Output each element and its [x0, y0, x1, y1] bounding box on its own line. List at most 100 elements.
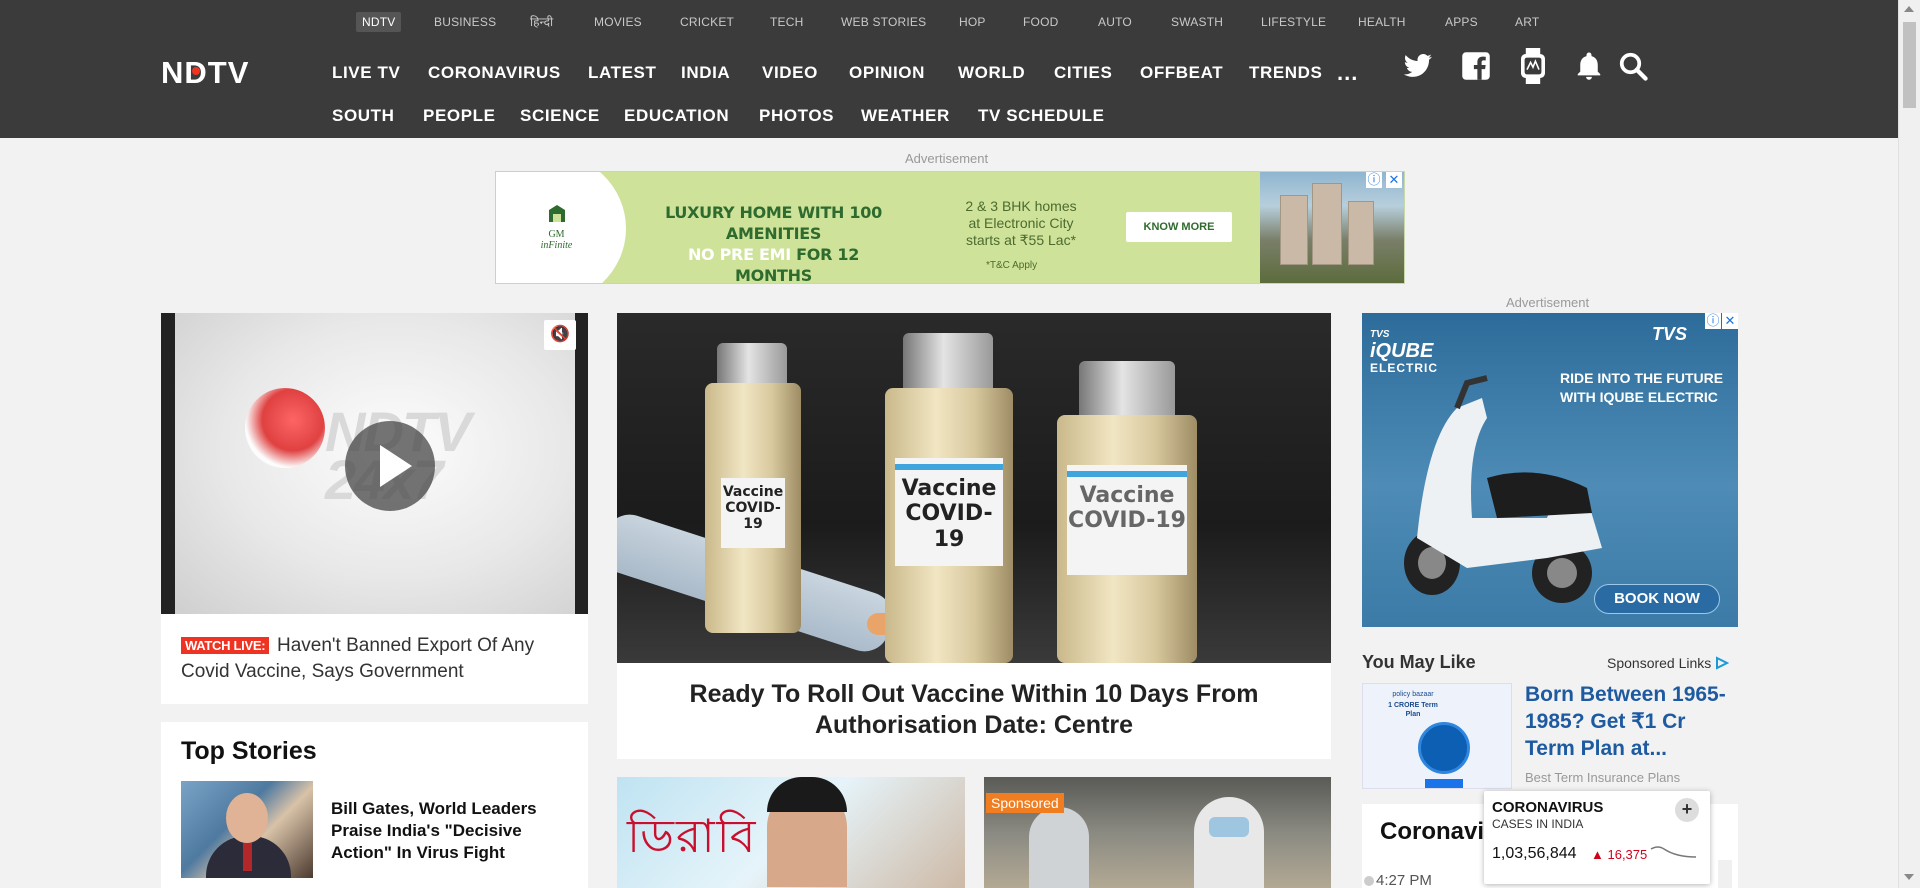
thumb-tie: [243, 841, 252, 871]
coronavirus-box-time: 4:27 PM: [1376, 872, 1432, 888]
tile-mask: [1209, 817, 1249, 837]
expand-button[interactable]: +: [1675, 798, 1699, 822]
coronavirus-box-title: Coronavi: [1380, 818, 1485, 845]
thumb-offer: 1 CRORE Term Plan: [1388, 702, 1438, 718]
know-more-button[interactable]: KNOW MORE: [1126, 212, 1232, 242]
live-video-card[interactable]: NDTV24x7 🔇 Haven't Banned Export Of Any …: [161, 313, 588, 704]
story-title[interactable]: Bill Gates, World Leaders Praise India's…: [331, 798, 571, 864]
banner-ad-headline: LUXURY HOME WITH 100 AMENITIES NO PRE EM…: [651, 202, 896, 283]
top-nav-cricket[interactable]: CRICKET: [680, 12, 734, 32]
lead-story-card[interactable]: Vaccine COVID-19 Vaccine COVID-19 Vaccin…: [617, 313, 1331, 759]
top-nav-food[interactable]: FOOD: [1023, 12, 1058, 32]
twitter-icon[interactable]: [1403, 51, 1433, 81]
watch-live-badge: WATCH LIVE:: [181, 637, 270, 654]
play-icon[interactable]: [345, 421, 435, 511]
banner-ad-headline-line1: LUXURY HOME WITH 100 AMENITIES: [665, 203, 882, 243]
nav-offbeat[interactable]: OFFBEAT: [1140, 61, 1223, 85]
vial-label-text: Vaccine: [722, 484, 784, 500]
nav-coronavirus[interactable]: CORONAVIRUS: [428, 61, 561, 85]
bell-icon[interactable]: [1574, 51, 1604, 81]
widget-case-count: 1,03,56,844: [1492, 845, 1577, 862]
nav-india[interactable]: INDIA: [681, 61, 730, 85]
facebook-icon[interactable]: [1461, 51, 1491, 81]
scrollbar-thumb[interactable]: [1903, 22, 1916, 108]
ad-label-right: Advertisement: [1506, 295, 1590, 310]
top-nav-health[interactable]: HEALTH: [1358, 12, 1406, 32]
nav-video[interactable]: VIDEO: [762, 61, 818, 85]
close-ad-icon[interactable]: ✕: [1386, 172, 1402, 188]
tvs-iqube-ad[interactable]: TVS iQUBE ELECTRIC TVS RIDE INTO THE FUT…: [1362, 313, 1738, 627]
banner-ad-highlight: NO PRE EMI: [687, 245, 791, 264]
book-now-button[interactable]: BOOK NOW: [1594, 584, 1720, 614]
tower: [1312, 183, 1342, 265]
timeline-dot: [1364, 876, 1374, 886]
lead-story-title[interactable]: Ready To Roll Out Vaccine Within 10 Days…: [657, 679, 1291, 741]
iqube-logo-prefix: TVS: [1370, 329, 1390, 340]
adchoices-icon[interactable]: ⓘ: [1705, 313, 1721, 329]
widget-subtitle: CASES IN INDIA: [1492, 817, 1584, 831]
top-nav-swasth[interactable]: SWASTH: [1171, 12, 1223, 32]
banner-ad[interactable]: GM inFinite LUXURY HOME WITH 100 AMENITI…: [495, 171, 1405, 284]
nav-live-tv[interactable]: LIVE TV: [332, 61, 400, 85]
scroll-up-icon[interactable]: [1904, 6, 1914, 12]
lead-story-image[interactable]: Vaccine COVID-19 Vaccine COVID-19 Vaccin…: [617, 313, 1331, 663]
taboola-icon: [1716, 656, 1730, 670]
nav-weather[interactable]: WEATHER: [861, 104, 950, 128]
search-icon[interactable]: [1618, 51, 1648, 81]
top-nav-hop[interactable]: HOP: [959, 12, 986, 32]
nav-people[interactable]: PEOPLE: [423, 104, 496, 128]
thumb-brand: policy bazaar: [1392, 691, 1434, 698]
page-scrollbar[interactable]: [1898, 0, 1920, 888]
story-tile-photo[interactable]: ডিরাবি গ: [617, 777, 965, 888]
top-nav-tech[interactable]: TECH: [770, 12, 803, 32]
nav-science[interactable]: SCIENCE: [520, 104, 600, 128]
mute-icon[interactable]: 🔇: [544, 320, 576, 350]
nav-world[interactable]: WORLD: [958, 61, 1025, 85]
banner-ad-sub-line2: at Electronic City: [968, 215, 1074, 231]
nav-trends[interactable]: TRENDS: [1249, 61, 1323, 85]
top-nav-lifestyle[interactable]: LIFESTYLE: [1261, 12, 1326, 32]
close-ad-icon[interactable]: ✕: [1722, 313, 1738, 329]
nav-tv-schedule[interactable]: TV SCHEDULE: [978, 104, 1105, 128]
vial-label: Vaccine COVID-19: [721, 478, 785, 548]
thumb-portrait: [1418, 722, 1470, 774]
nav-latest[interactable]: LATEST: [588, 61, 656, 85]
scooter-image: [1404, 375, 1602, 603]
video-player[interactable]: NDTV24x7 🔇: [161, 313, 588, 614]
smartwatch-icon[interactable]: [1518, 48, 1548, 84]
sponsored-links-label: Sponsored Links: [1607, 655, 1712, 671]
sponsored-links[interactable]: Sponsored Links: [1607, 655, 1730, 671]
ndtv-logo[interactable]: NDTV: [161, 57, 287, 87]
vial-label-text: Vaccine: [901, 476, 997, 501]
scroll-down-icon[interactable]: [1904, 874, 1914, 880]
vial: Vaccine COVID-19: [885, 388, 1013, 663]
top-nav-auto[interactable]: AUTO: [1098, 12, 1132, 32]
nav-cities[interactable]: CITIES: [1054, 61, 1112, 85]
adchoices-icon[interactable]: ⓘ: [1366, 172, 1382, 188]
vial-label: Vaccine COVID-19: [895, 458, 1003, 566]
nav-opinion[interactable]: OPINION: [849, 61, 925, 85]
nav-south[interactable]: SOUTH: [332, 104, 395, 128]
ad-label: Advertisement: [905, 151, 989, 166]
nav-more-button[interactable]: ...: [1337, 60, 1358, 86]
you-may-like-source[interactable]: Best Term Insurance Plans: [1525, 770, 1680, 785]
nav-education[interactable]: EDUCATION: [624, 104, 729, 128]
coronavirus-cases-widget[interactable]: CORONAVIRUS CASES IN INDIA 1,03,56,844 ▲…: [1484, 791, 1710, 884]
top-nav-art[interactable]: ART: [1515, 12, 1539, 32]
sponsored-tile[interactable]: Sponsored: [984, 777, 1331, 888]
box-scrollbar[interactable]: [1718, 860, 1732, 888]
top-nav-movies[interactable]: MOVIES: [594, 12, 642, 32]
top-nav-ndtv[interactable]: NDTV: [356, 12, 402, 32]
thumb-face: [226, 793, 268, 843]
top-nav-web-stories[interactable]: WEB STORIES: [841, 12, 926, 32]
top-nav-apps[interactable]: APPS: [1445, 12, 1478, 32]
you-may-like-title[interactable]: Born Between 1965-1985? Get ₹1 Cr Term P…: [1525, 681, 1735, 762]
gm-logo-icon: [548, 205, 565, 222]
top-nav-hindi[interactable]: हिन्दी: [530, 12, 553, 32]
story-thumbnail[interactable]: [181, 781, 313, 878]
top-nav-business[interactable]: BUSINESS: [434, 12, 496, 32]
nav-photos[interactable]: PHOTOS: [759, 104, 834, 128]
gm-logo-line2: inFinite: [540, 240, 573, 251]
sponsored-badge: Sponsored: [986, 793, 1064, 813]
you-may-like-thumbnail[interactable]: policy bazaar 1 CRORE Term Plan: [1362, 683, 1512, 789]
